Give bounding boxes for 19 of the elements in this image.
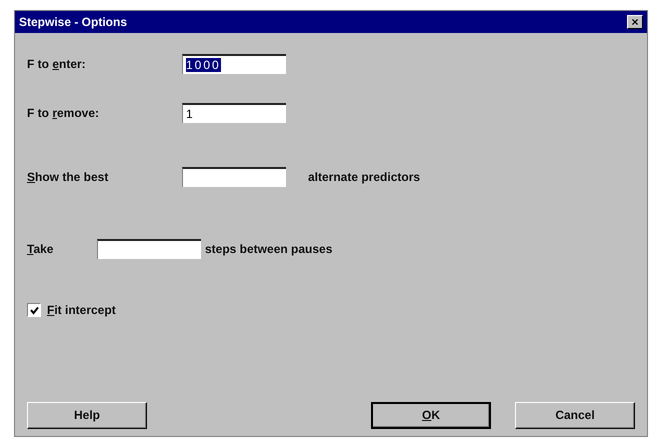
close-button[interactable]: ×: [627, 15, 643, 29]
field-label: Take: [27, 242, 54, 256]
window-title: Stepwise - Options: [19, 15, 128, 29]
input-field[interactable]: 1000: [182, 54, 286, 74]
dialog-button[interactable]: Help: [27, 402, 147, 428]
checkbox[interactable]: [27, 303, 41, 317]
field-value: 1: [186, 107, 195, 121]
field-value: 1000: [186, 58, 221, 72]
field-label: Show the best: [27, 170, 110, 184]
checkbox-label: Fit intercept: [47, 303, 116, 317]
input-field[interactable]: 1: [182, 103, 286, 123]
input-field[interactable]: [97, 239, 201, 259]
dialog-button[interactable]: OK: [371, 402, 491, 428]
field-label: F to enter:: [27, 57, 87, 71]
field-suffix: steps between pauses: [205, 242, 332, 256]
input-field[interactable]: [182, 167, 286, 187]
dialog-button[interactable]: Cancel: [515, 402, 635, 428]
field-suffix: alternate predictors: [308, 170, 420, 184]
field-label: F to remove:: [27, 106, 100, 120]
